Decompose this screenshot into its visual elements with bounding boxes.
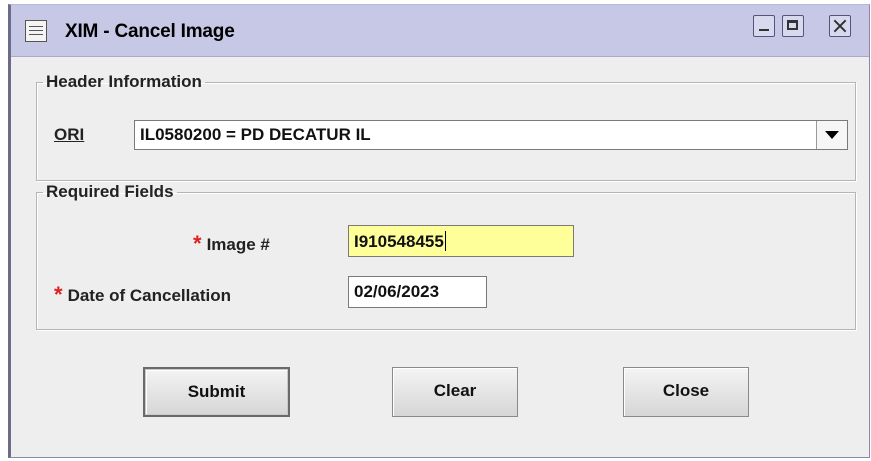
date-of-cancellation-value: 02/06/2023 (354, 282, 440, 301)
required-fields-legend: Required Fields (46, 182, 174, 201)
ori-selected-value: IL0580200 = PD DECATUR IL (140, 125, 371, 144)
window-menu-icon[interactable] (25, 20, 47, 42)
window-title: XIM - Cancel Image (65, 21, 235, 42)
image-number-label: * Image # (193, 231, 270, 257)
submit-button[interactable]: Submit (143, 367, 290, 417)
date-of-cancellation-input[interactable]: 02/06/2023 (348, 276, 487, 308)
maximize-icon[interactable] (782, 15, 804, 37)
image-number-label-text: Image # (206, 235, 270, 254)
ori-label-text: ORI (54, 125, 85, 144)
close-icon[interactable] (829, 15, 851, 37)
required-star-icon: * (54, 282, 63, 307)
required-star-icon: * (193, 231, 202, 256)
header-information-legend: Header Information (46, 72, 202, 91)
date-of-cancellation-label: * Date of Cancellation (54, 282, 231, 308)
text-caret (444, 231, 446, 251)
image-number-value: I910548455 (354, 232, 444, 251)
ori-label: ORI (54, 125, 84, 145)
ori-dropdown[interactable]: IL0580200 = PD DECATUR IL (134, 120, 848, 150)
date-of-cancellation-label-text: Date of Cancellation (67, 286, 231, 305)
image-number-input[interactable]: I910548455 (348, 225, 574, 257)
clear-button[interactable]: Clear (392, 367, 518, 417)
chevron-down-icon[interactable] (816, 121, 847, 149)
close-button[interactable]: Close (623, 367, 749, 417)
title-bar[interactable]: XIM - Cancel Image (11, 5, 869, 57)
cancel-image-window: XIM - Cancel Image Header Information OR… (8, 4, 870, 458)
minimize-icon[interactable] (753, 15, 775, 37)
